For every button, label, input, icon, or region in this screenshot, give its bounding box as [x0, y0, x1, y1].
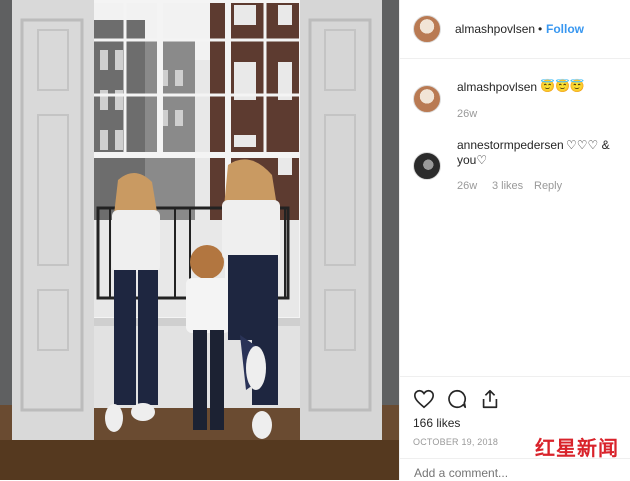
heart-icon[interactable] [412, 387, 436, 411]
follow-button[interactable]: Follow [546, 22, 584, 36]
share-icon[interactable] [478, 387, 502, 411]
comment-likes[interactable]: 3 likes [492, 180, 523, 192]
comment-text-continued: you♡ [457, 153, 488, 167]
comment-username[interactable]: annestormpedersen [457, 138, 564, 152]
comment-text: 😇😇😇 [540, 79, 585, 93]
post-author-username[interactable]: almashpovlsen [455, 22, 535, 36]
comment-input[interactable] [414, 466, 614, 480]
post-image [0, 0, 399, 480]
post-side-panel: almashpovlsen • Follow almashpovlsen 😇😇😇… [399, 0, 630, 480]
post-date: OCTOBER 19, 2018 [413, 437, 499, 447]
action-bar [400, 376, 630, 378]
avatar[interactable] [413, 15, 441, 43]
comment-text: ♡♡♡ & [566, 138, 610, 152]
comment-age: 26w [457, 180, 478, 192]
header-separator: • [538, 22, 543, 36]
post-header: almashpovlsen • Follow [400, 0, 630, 59]
likes-count[interactable]: 166 likes [413, 416, 460, 430]
comment-age: 26w [457, 108, 478, 120]
post-photo[interactable] [0, 0, 399, 480]
avatar[interactable] [413, 85, 441, 113]
reply-button[interactable]: Reply [534, 180, 562, 192]
news-watermark-logo: 红星新闻 [535, 436, 619, 460]
avatar[interactable] [413, 152, 441, 180]
comment-username[interactable]: almashpovlsen [457, 80, 537, 94]
comment-icon[interactable] [445, 387, 469, 411]
add-comment-bar [400, 458, 630, 481]
